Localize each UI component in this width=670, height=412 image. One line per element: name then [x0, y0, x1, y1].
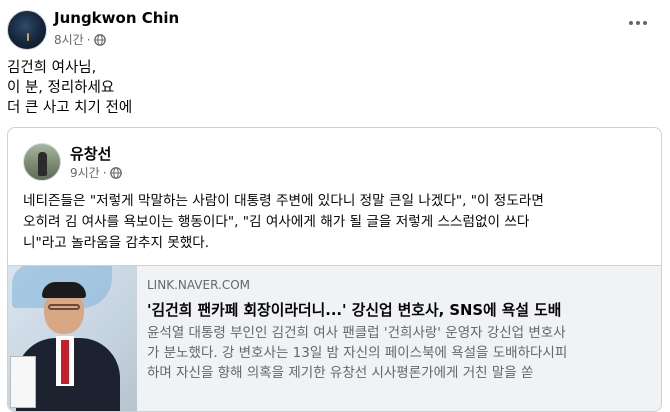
- more-horizontal-icon: [629, 21, 633, 25]
- shared-post-timestamp[interactable]: 9시간: [70, 164, 100, 181]
- shared-text-line: 오히려 김 여사를 욕보이는 행동이다", "김 여사에게 해가 될 글을 저렇…: [23, 214, 530, 230]
- post-text-line: 이 분, 정리하세요: [7, 80, 115, 96]
- post-text-line: 더 큰 사고 치기 전에: [7, 100, 133, 116]
- shared-text-line: 네티즌들은 "저렇게 막말하는 사람이 대통령 주변에 있다니 정말 큰일 나겠…: [23, 193, 544, 209]
- shared-post-meta: 9시간 ·: [70, 164, 122, 181]
- shared-author-name[interactable]: 유창선: [70, 143, 111, 164]
- post-text-line: 김건희 여사님,: [7, 60, 97, 76]
- link-description-line: 윤석열 대통령 부인인 김건희 여사 팬클럽 '건희사랑' 운영자 강신업 변호…: [147, 325, 566, 341]
- link-thumbnail[interactable]: [8, 266, 137, 411]
- thumbnail-tie: [61, 340, 69, 384]
- link-title[interactable]: '김건희 팬카페 회장이라더니...' 강신업 변호사, SNS에 욕설 도배: [147, 299, 561, 320]
- more-options-button[interactable]: [624, 9, 652, 37]
- post-author-avatar[interactable]: [7, 10, 47, 50]
- link-description-line: 하며 자신을 향해 의혹을 제기한 유창선 시사평론가에게 거친 말을 쏟: [147, 365, 534, 381]
- shared-post-text: 네티즌들은 "저렇게 막말하는 사람이 대통령 주변에 있다니 정말 큰일 나겠…: [23, 191, 544, 254]
- link-description-line: 가 분노했다. 강 변호사는 13일 밤 자신의 페이스북에 욕설을 도배하다시…: [147, 345, 568, 361]
- shared-post-card[interactable]: 유창선 9시간 · 네티즌들은 "저렇게 막말하는 사람이 대통령 주변에 있다…: [7, 127, 662, 412]
- link-description: 윤석열 대통령 부인인 김건희 여사 팬클럽 '건희사랑' 운영자 강신업 변호…: [147, 323, 567, 383]
- thumbnail-document: [10, 356, 36, 408]
- more-horizontal-icon-dot: [643, 21, 647, 25]
- thumbnail-glasses: [48, 304, 80, 310]
- shared-author-avatar[interactable]: [23, 143, 61, 181]
- thumbnail-hair: [42, 282, 86, 298]
- post-author-name[interactable]: Jungkwon Chin: [54, 9, 179, 27]
- meta-separator: ·: [86, 32, 91, 47]
- globe-icon[interactable]: [109, 166, 122, 179]
- post-meta: 8시간 ·: [54, 31, 106, 48]
- more-horizontal-icon-dot: [636, 21, 640, 25]
- shared-text-line: 니"라고 놀라움을 감추지 못했다.: [23, 235, 210, 251]
- post-timestamp[interactable]: 8시간: [54, 31, 84, 48]
- meta-separator: ·: [102, 165, 107, 180]
- link-domain: LINK.NAVER.COM: [147, 278, 250, 292]
- globe-icon[interactable]: [93, 33, 106, 46]
- link-preview[interactable]: LINK.NAVER.COM '김건희 팬카페 회장이라더니...' 강신업 변…: [8, 265, 661, 411]
- post-text: 김건희 여사님, 이 분, 정리하세요 더 큰 사고 치기 전에: [7, 58, 132, 118]
